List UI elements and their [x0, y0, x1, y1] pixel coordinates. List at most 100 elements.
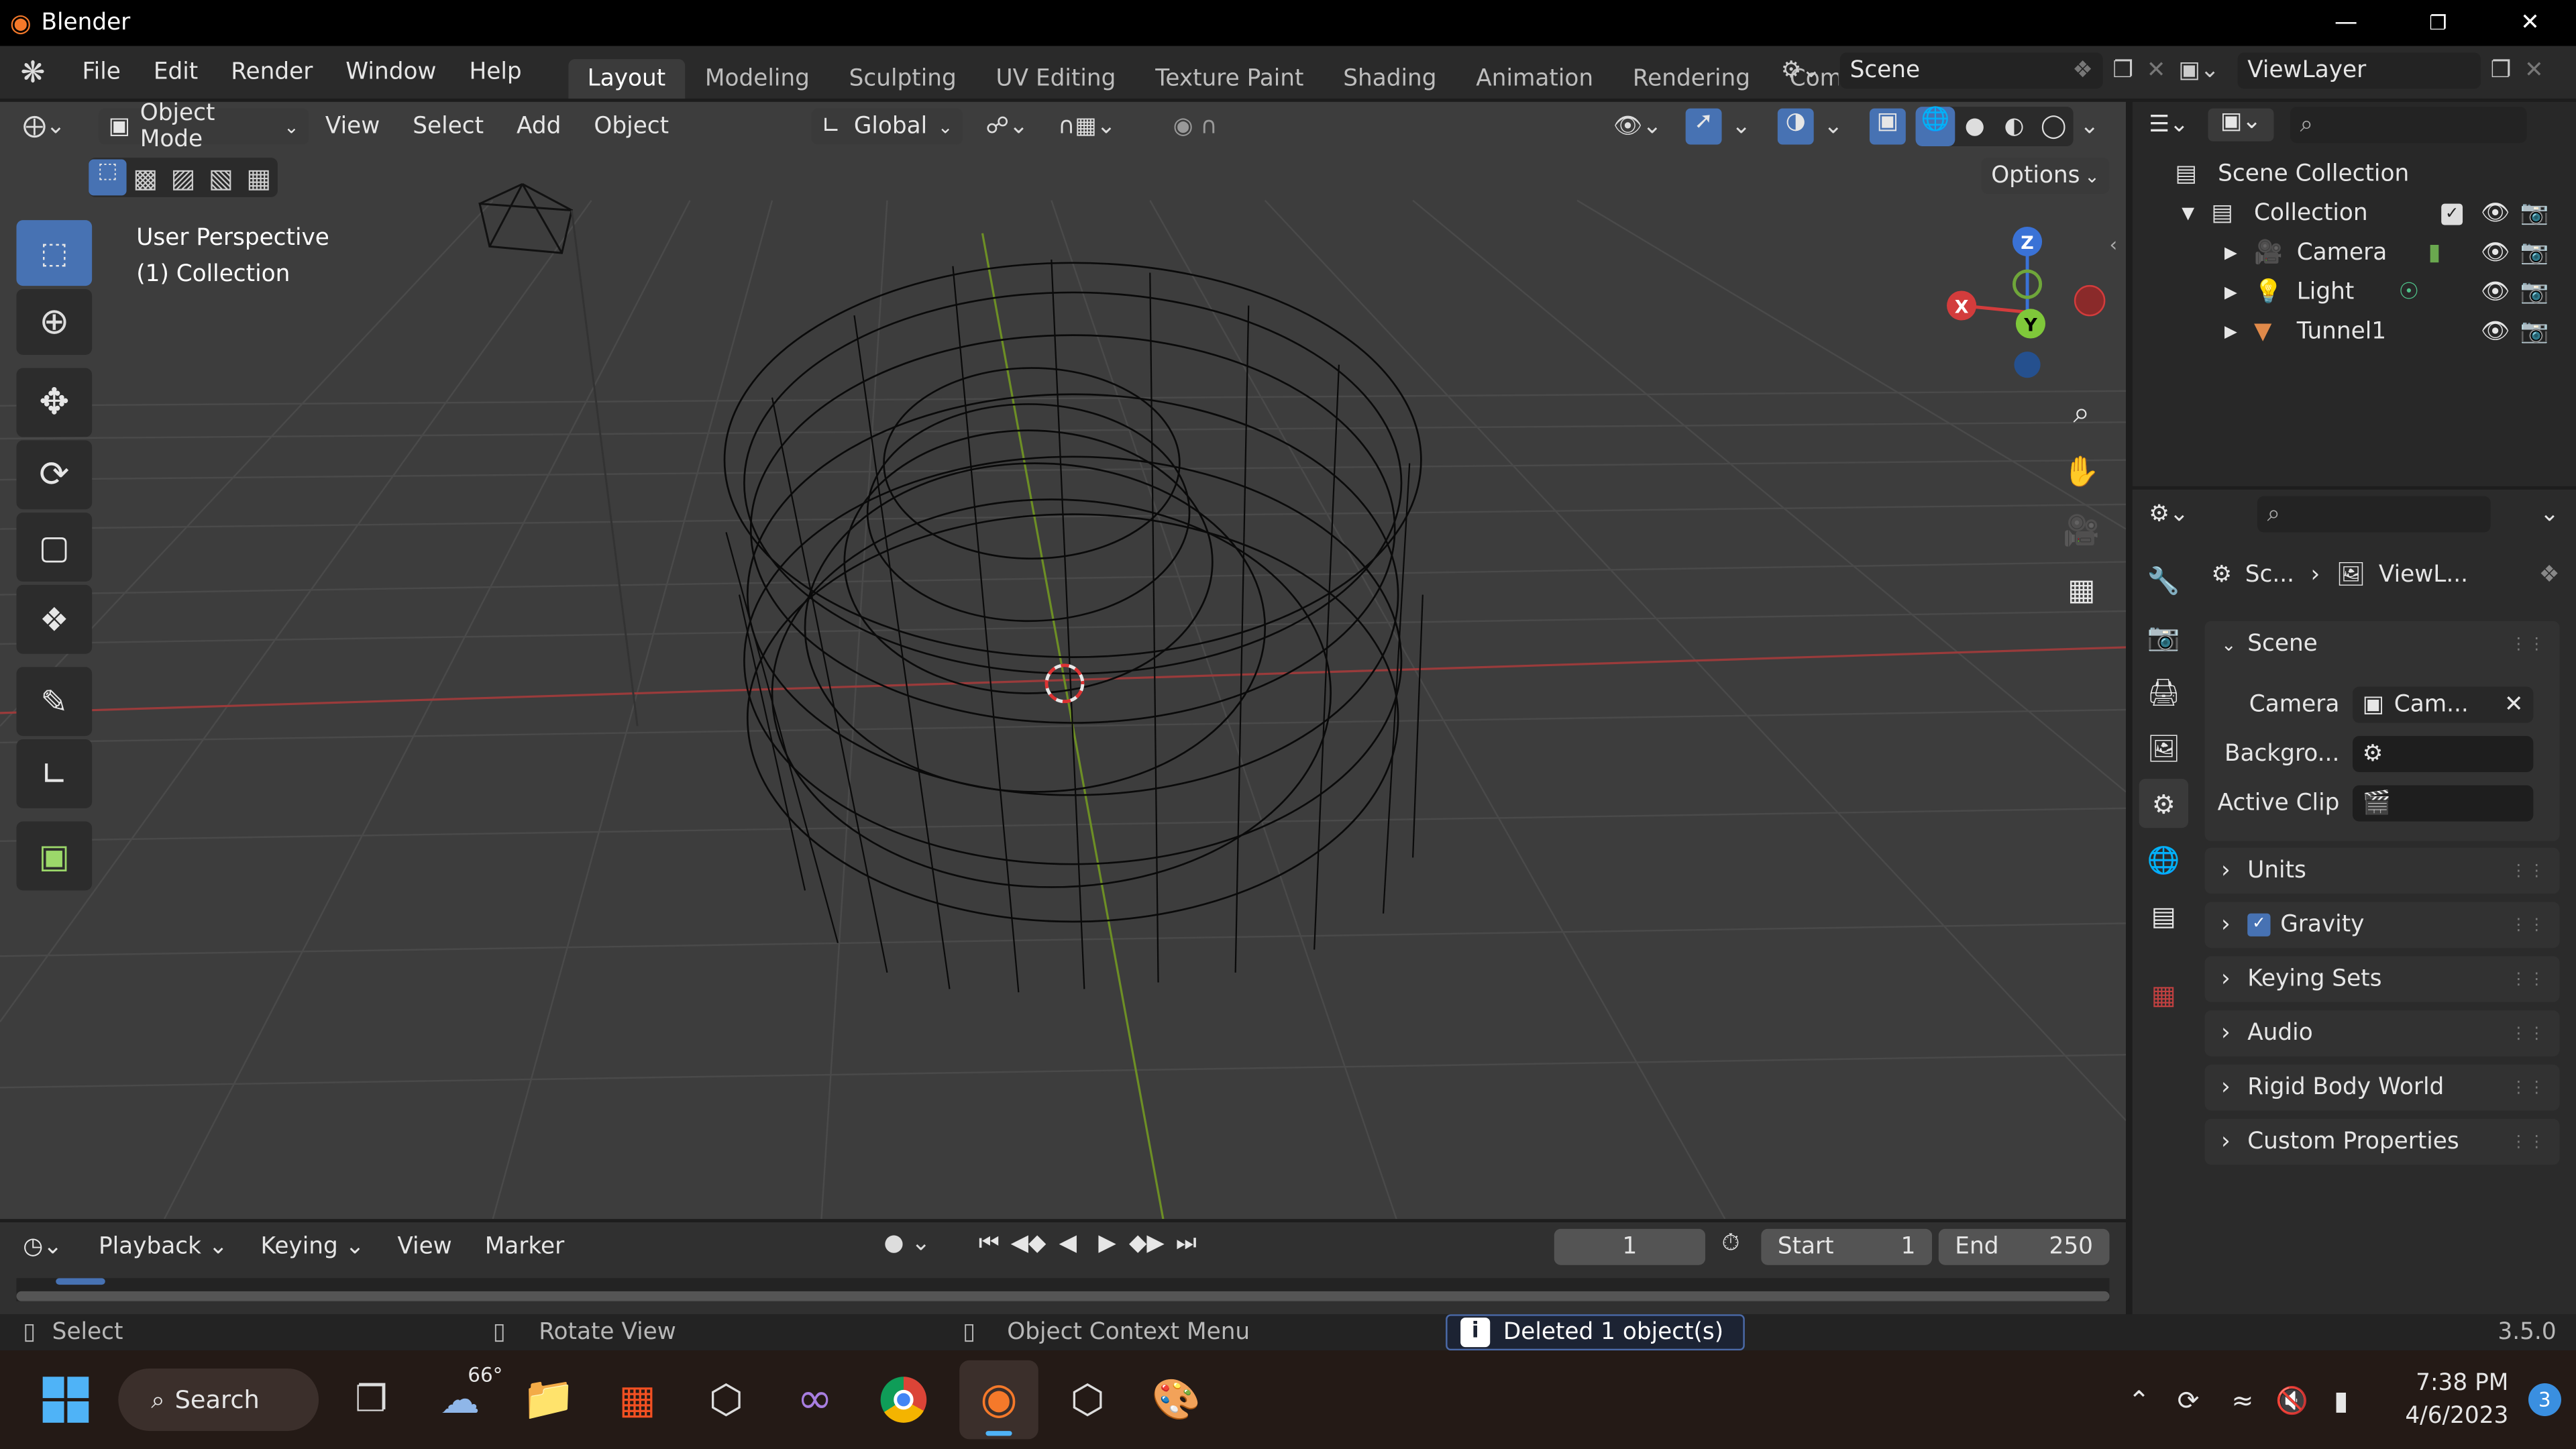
- panel-gravity[interactable]: › ✓ Gravity ⋮⋮: [2204, 902, 2560, 949]
- gizmo-toggle-icon[interactable]: ➚: [1685, 108, 1722, 145]
- clear-icon[interactable]: ✕: [2504, 692, 2524, 718]
- select-subtract-icon[interactable]: ▨: [164, 162, 202, 193]
- timeline-scrubber[interactable]: [16, 1278, 2110, 1301]
- overlays-icon[interactable]: ◑: [1777, 108, 1814, 145]
- visibility-icon[interactable]: 👁⌄: [1613, 113, 1662, 140]
- select-box-tool[interactable]: ⬚: [16, 220, 93, 286]
- battery-icon[interactable]: ▮: [2316, 1384, 2365, 1415]
- play-icon[interactable]: ▶: [1087, 1230, 1127, 1256]
- transform-tool[interactable]: ❖: [16, 584, 93, 654]
- tab-scene[interactable]: ⚙: [2139, 778, 2189, 828]
- outliner-editor-type-icon[interactable]: ☰⌄: [2149, 112, 2208, 138]
- camera-view-button[interactable]: 🎥: [2057, 506, 2106, 555]
- exclude-checkbox[interactable]: ✓: [2441, 203, 2463, 225]
- scene-field[interactable]: Scene ❖: [1839, 52, 2103, 89]
- minimize-button[interactable]: —: [2300, 10, 2392, 36]
- tab-uv-editing[interactable]: UV Editing: [976, 59, 1136, 99]
- sync-icon[interactable]: ⟳: [2159, 1384, 2218, 1415]
- annotate-tool[interactable]: ✎: [16, 667, 93, 737]
- eye-icon[interactable]: 👁: [2481, 279, 2510, 305]
- remove-viewlayer-icon[interactable]: ✕: [2524, 58, 2544, 84]
- wireframe-shading-icon[interactable]: 🌐: [1915, 107, 1955, 146]
- new-scene-icon[interactable]: ❐: [2112, 58, 2133, 84]
- camera-render-icon[interactable]: 📷: [2520, 319, 2549, 345]
- menu-playback[interactable]: Playback ⌄: [82, 1234, 244, 1260]
- measure-tool[interactable]: ∟: [16, 739, 93, 808]
- cursor-tool[interactable]: ⊕: [16, 289, 93, 355]
- stopwatch-icon[interactable]: ⏱: [1722, 1230, 1740, 1256]
- prev-keyframe-icon[interactable]: ◀◆: [1009, 1230, 1049, 1256]
- outliner-item-light[interactable]: ▶ 💡 Light ☉ 👁 📷: [2133, 273, 2576, 313]
- store-button[interactable]: ▦: [604, 1367, 670, 1433]
- unity-button[interactable]: ⬡: [693, 1367, 759, 1433]
- menu-help[interactable]: Help: [453, 59, 538, 85]
- tab-animation[interactable]: Animation: [1456, 59, 1613, 99]
- tab-texture[interactable]: ▦: [2139, 969, 2188, 1018]
- record-icon[interactable]: ● ⌄: [884, 1230, 931, 1256]
- expand-arrow-icon[interactable]: ▶: [2224, 283, 2254, 301]
- tab-tool[interactable]: 🔧: [2139, 555, 2188, 604]
- camera-field[interactable]: ▣ Cam... ✕: [2352, 686, 2534, 723]
- menu-render[interactable]: Render: [215, 59, 329, 85]
- expand-arrow-icon[interactable]: ▼: [2182, 205, 2211, 223]
- current-frame-field[interactable]: 1: [1554, 1228, 1706, 1265]
- camera-render-icon[interactable]: 📷: [2520, 201, 2549, 227]
- display-mode-icon[interactable]: ▣⌄: [2208, 108, 2274, 142]
- menu-add[interactable]: Add: [500, 113, 578, 140]
- pivot-icon[interactable]: ☍⌄: [985, 113, 1028, 140]
- start-frame-field[interactable]: Start 1: [1761, 1228, 1933, 1265]
- select-invert-icon[interactable]: ▧: [202, 162, 239, 193]
- proportional-edit-icon[interactable]: ◉ ∩: [1173, 113, 1218, 140]
- material-shading-icon[interactable]: ◐: [1994, 113, 2034, 140]
- tab-view-layer[interactable]: 🖼: [2139, 723, 2188, 772]
- outliner-scene-collection[interactable]: ▤ Scene Collection: [2133, 154, 2576, 194]
- weather-widget[interactable]: ☁ 66°: [427, 1364, 502, 1433]
- tab-texture-paint[interactable]: Texture Paint: [1136, 59, 1324, 99]
- pan-button[interactable]: ✋: [2057, 447, 2106, 496]
- mode-selector[interactable]: ▣ Object Mode ⌄: [98, 102, 309, 153]
- solid-shading-icon[interactable]: ●: [1955, 113, 1994, 140]
- 3d-viewport[interactable]: ⨁⌄ ▣ Object Mode ⌄ View Select Add Objec…: [0, 101, 2127, 1220]
- end-frame-field[interactable]: End 250: [1938, 1228, 2110, 1265]
- panel-custom-properties[interactable]: › Custom Properties ⋮⋮: [2204, 1118, 2560, 1165]
- start-button[interactable]: [33, 1367, 99, 1433]
- camera-render-icon[interactable]: 📷: [2520, 279, 2549, 305]
- tab-sculpting[interactable]: Sculpting: [829, 59, 976, 99]
- menu-object[interactable]: Object: [578, 113, 686, 140]
- menu-select[interactable]: Select: [396, 113, 500, 140]
- sidebar-toggle-icon[interactable]: ‹: [2110, 233, 2118, 256]
- blender-taskbar-button[interactable]: ◉: [959, 1360, 1038, 1440]
- viewlayer-field[interactable]: ViewLayer: [2237, 52, 2481, 89]
- menu-view[interactable]: View: [309, 113, 396, 140]
- panel-units[interactable]: › Units ⋮⋮: [2204, 847, 2560, 894]
- menu-timeline-view[interactable]: View: [381, 1234, 468, 1260]
- menu-marker[interactable]: Marker: [468, 1234, 581, 1260]
- panel-keying-sets[interactable]: › Keying Sets ⋮⋮: [2204, 956, 2560, 1002]
- rotate-tool[interactable]: ⟳: [16, 440, 93, 510]
- shading-options-chevron[interactable]: ⌄: [2080, 113, 2099, 140]
- select-extend-icon[interactable]: ▩: [127, 162, 164, 193]
- panel-rigid-body-world[interactable]: › Rigid Body World ⋮⋮: [2204, 1064, 2560, 1111]
- menu-file[interactable]: File: [66, 59, 137, 85]
- menu-keying[interactable]: Keying ⌄: [244, 1234, 381, 1260]
- properties-search[interactable]: ⌕: [2257, 496, 2491, 533]
- xray-icon[interactable]: ▣: [1869, 108, 1906, 145]
- viewlayer-icon[interactable]: ▣⌄: [2178, 58, 2237, 84]
- pin-icon[interactable]: ❖: [2072, 58, 2093, 84]
- tab-shading[interactable]: Shading: [1324, 59, 1456, 99]
- outliner-item-camera[interactable]: ▶ 🎥 Camera ▮ 👁 📷: [2133, 233, 2576, 273]
- tray-overflow-icon[interactable]: ⌃: [2119, 1384, 2159, 1415]
- pin-icon[interactable]: ❖: [2539, 562, 2560, 588]
- new-viewlayer-icon[interactable]: ❐: [2491, 58, 2512, 84]
- properties-options-chevron[interactable]: ⌄: [2540, 501, 2559, 527]
- tab-render[interactable]: 📷: [2139, 611, 2188, 660]
- close-button[interactable]: ✕: [2484, 10, 2576, 36]
- tab-rendering[interactable]: Rendering: [1613, 59, 1770, 99]
- select-new-icon[interactable]: ⬚: [89, 159, 127, 196]
- panel-audio[interactable]: › Audio ⋮⋮: [2204, 1010, 2560, 1057]
- zoom-button[interactable]: ⌕: [2057, 388, 2106, 437]
- chrome-button[interactable]: [871, 1367, 936, 1433]
- file-explorer-button[interactable]: 📁: [516, 1367, 582, 1433]
- outliner-item-tunnel1[interactable]: ▶ ▼ Tunnel1 👁 📷: [2133, 312, 2576, 352]
- outliner-collection[interactable]: ▼ ▤ Collection ✓ 👁 📷: [2133, 194, 2576, 233]
